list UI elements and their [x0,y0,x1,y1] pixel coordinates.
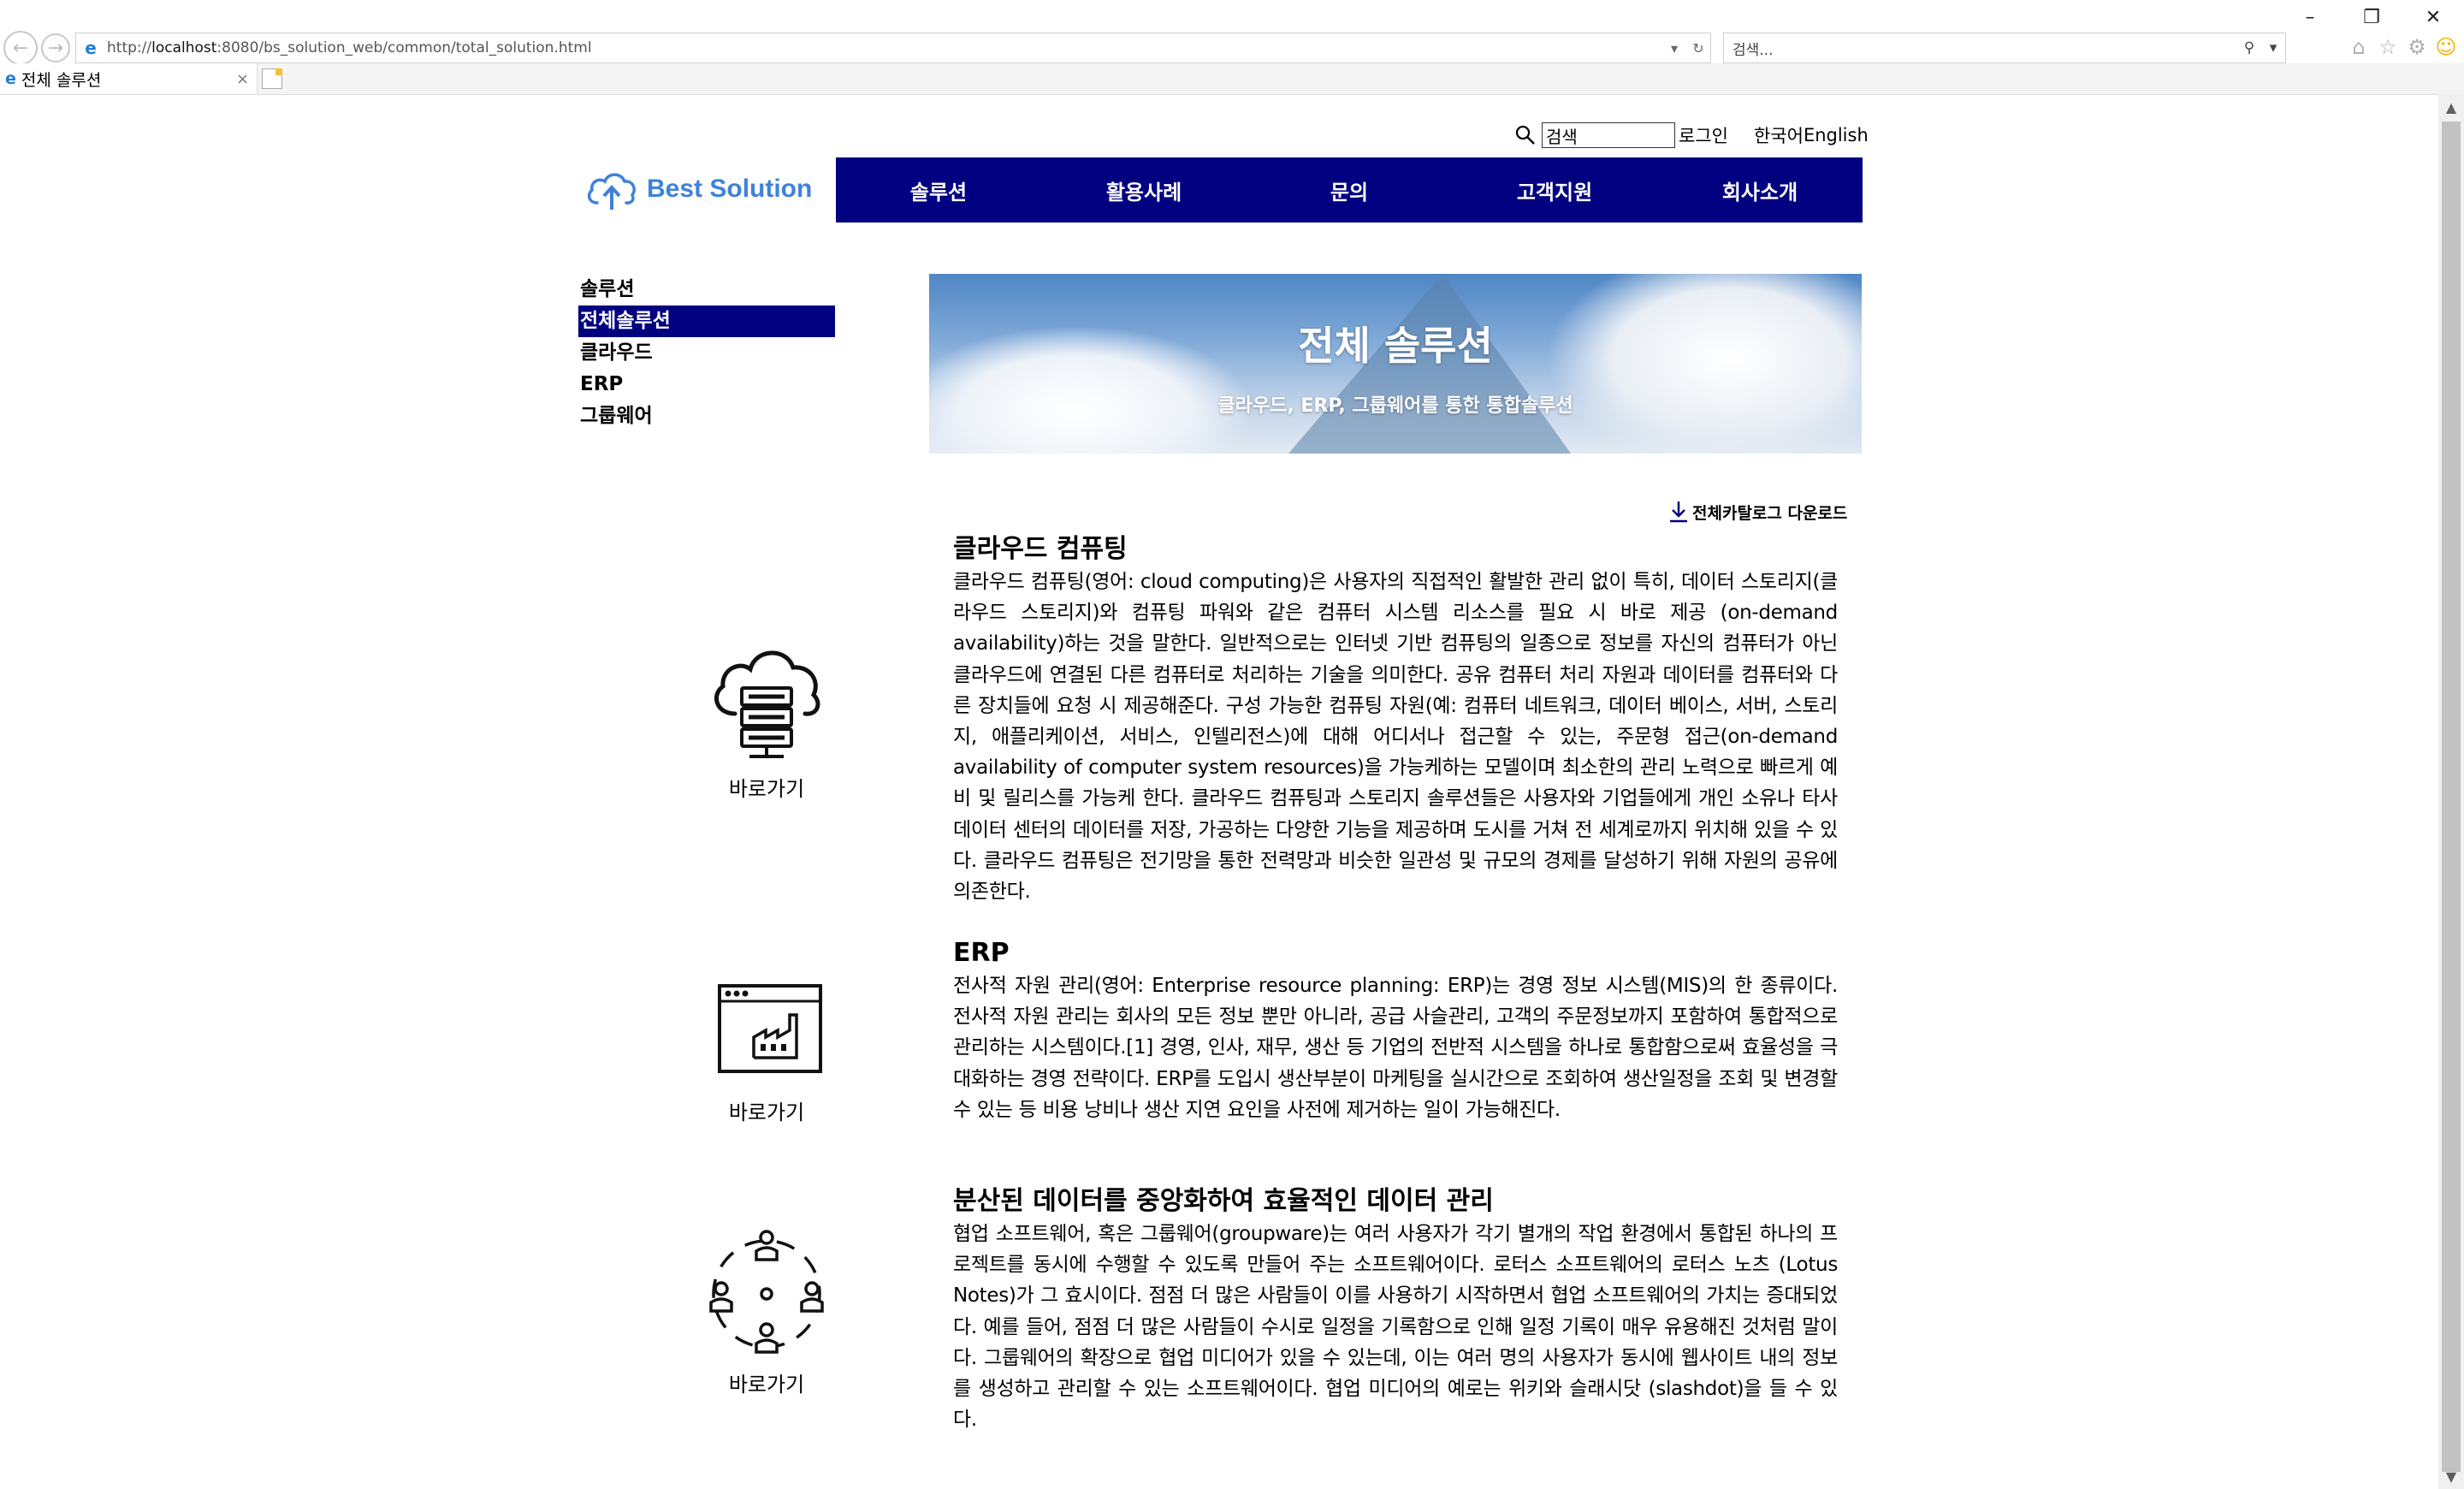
main-navigation: 솔루션 활용사례 문의 고객지원 회사소개 [836,157,1863,222]
tab-close-icon[interactable]: × [236,70,257,88]
side-nav-item-cloud[interactable]: 클라우드 [578,337,835,369]
catalog-download-link[interactable]: 전체카탈로그 다운로드 [1668,500,1847,524]
nav-about[interactable]: 회사소개 [1657,157,1863,222]
side-nav-title: 솔루션 [580,278,635,300]
cloud-section: 클라우드 컴퓨팅 클라우드 컴퓨팅(영어: cloud computing)은 … [953,532,1838,907]
feedback-smile-icon[interactable]: ☺ [2433,34,2459,60]
scroll-up-icon[interactable]: ▲ [2438,94,2464,120]
groupware-section-icon-block: 바로가기 [698,1225,835,1397]
dropdown-icon[interactable]: ▾ [1662,40,1686,56]
home-icon[interactable]: ⌂ [2346,34,2372,60]
cloud-section-title: 클라우드 컴퓨팅 [953,534,1128,564]
close-window-icon[interactable]: ✕ [2402,0,2464,34]
search-icon[interactable]: ⚲ [2237,39,2261,56]
hero-banner: 전체 솔루션 클라우드, ERP, 그룹웨어를 통한 통합솔루션 [929,274,1862,454]
erp-section-icon-block: 바로가기 [698,976,835,1125]
side-nav-item-groupware[interactable]: 그룹웨어 [578,400,835,432]
side-navigation: 솔루션 전체솔루션 클라우드 ERP 그룹웨어 [578,274,835,432]
address-url[interactable]: http://localhost:8080/bs_solution_web/co… [107,39,1662,56]
cloud-server-icon [714,650,820,758]
erp-section: ERP 전사적 자원 관리(영어: Enterprise resource pl… [953,936,1838,1125]
nav-support[interactable]: 고객지원 [1452,157,1657,222]
scrollbar-thumb[interactable] [2442,122,2461,1472]
logo-text: Best Solution [647,175,813,203]
tab-row: e 전체 솔루션 × [0,63,2464,95]
forward-button[interactable]: → [41,33,70,62]
restore-icon[interactable]: ❐ [2341,0,2402,34]
site-search-input[interactable] [1542,122,1675,148]
hero-subtitle: 클라우드, ERP, 그룹웨어를 통한 통합솔루션 [1217,395,1573,417]
erp-section-text: 전사적 자원 관리(영어: Enterprise resource planni… [953,975,1838,1121]
tab-title: 전체 솔루션 [21,70,102,90]
catalog-download-label: 전체카탈로그 다운로드 [1692,503,1848,523]
groupware-section: 분산된 데이터를 중앙화하여 효율적인 데이터 관리 협업 소프트웨어, 혹은 … [953,1184,1838,1435]
new-tab-button[interactable] [262,68,282,89]
window-controls: – ❐ ✕ [2279,0,2464,34]
browser-search-box[interactable]: 검색... ⚲ ▾ [1723,33,2286,63]
cloud-section-text: 클라우드 컴퓨팅(영어: cloud computing)은 사용자의 직접적인… [953,571,1838,904]
back-button[interactable]: ← [3,31,38,65]
nav-inquiry[interactable]: 문의 [1247,157,1452,222]
address-bar[interactable]: e http://localhost:8080/bs_solution_web/… [75,33,1711,63]
back-arrow-icon: ← [12,37,29,59]
download-icon [1670,501,1687,523]
groupware-section-title: 분산된 데이터를 중앙화하여 효율적인 데이터 관리 [953,1186,1494,1216]
side-nav-item-all[interactable]: 전체솔루션 [578,306,835,337]
hero-title: 전체 솔루션 [1298,323,1493,369]
browser-chrome: – ❐ ✕ ← → e http://localhost:8080/bs_sol… [0,0,2464,95]
site-search-icon[interactable] [1514,124,1537,146]
refresh-icon[interactable]: ↻ [1686,40,1710,56]
login-link[interactable]: 로그인 [1679,122,1728,148]
browser-toolbar-icons: ⌂ ☆ ⚙ ☺ [2346,34,2459,60]
ie-tab-icon: e [5,69,16,88]
settings-gear-icon[interactable]: ⚙ [2404,34,2430,60]
cloud-upload-logo-icon [587,173,636,210]
cloud-goto-link[interactable]: 바로가기 [698,772,835,802]
nav-solution[interactable]: 솔루션 [836,157,1041,222]
side-nav-item-erp[interactable]: ERP [578,369,835,400]
factory-window-icon [718,984,822,1073]
minimize-icon[interactable]: – [2279,0,2341,34]
vertical-scrollbar[interactable]: ▲ ▼ [2438,94,2464,1489]
erp-section-title: ERP [953,938,1010,968]
nav-use-cases[interactable]: 활용사례 [1041,157,1247,222]
forward-arrow-icon: → [47,37,64,59]
cloud-section-icon-block: 바로가기 [698,635,835,802]
ie-page-icon: e [85,38,97,58]
groupware-goto-link[interactable]: 바로가기 [698,1367,835,1397]
logo[interactable]: Best Solution [583,157,832,221]
favorites-star-icon[interactable]: ☆ [2375,34,2401,60]
search-dropdown-icon[interactable]: ▾ [2261,39,2285,56]
lang-english-link[interactable]: English [1804,125,1869,145]
browser-search-placeholder[interactable]: 검색... [1732,38,2237,59]
groupware-section-text: 협업 소프트웨어, 혹은 그룹웨어(groupware)는 여러 사용자가 각기… [953,1223,1838,1432]
tab-active[interactable]: e 전체 솔루션 × [0,63,258,94]
utility-bar: 로그인 한국어 English [1514,120,1869,151]
team-network-icon [709,1230,824,1354]
lang-korean-link[interactable]: 한국어 [1754,122,1804,148]
erp-goto-link[interactable]: 바로가기 [698,1095,835,1125]
scroll-down-icon[interactable]: ▼ [2438,1463,2464,1489]
